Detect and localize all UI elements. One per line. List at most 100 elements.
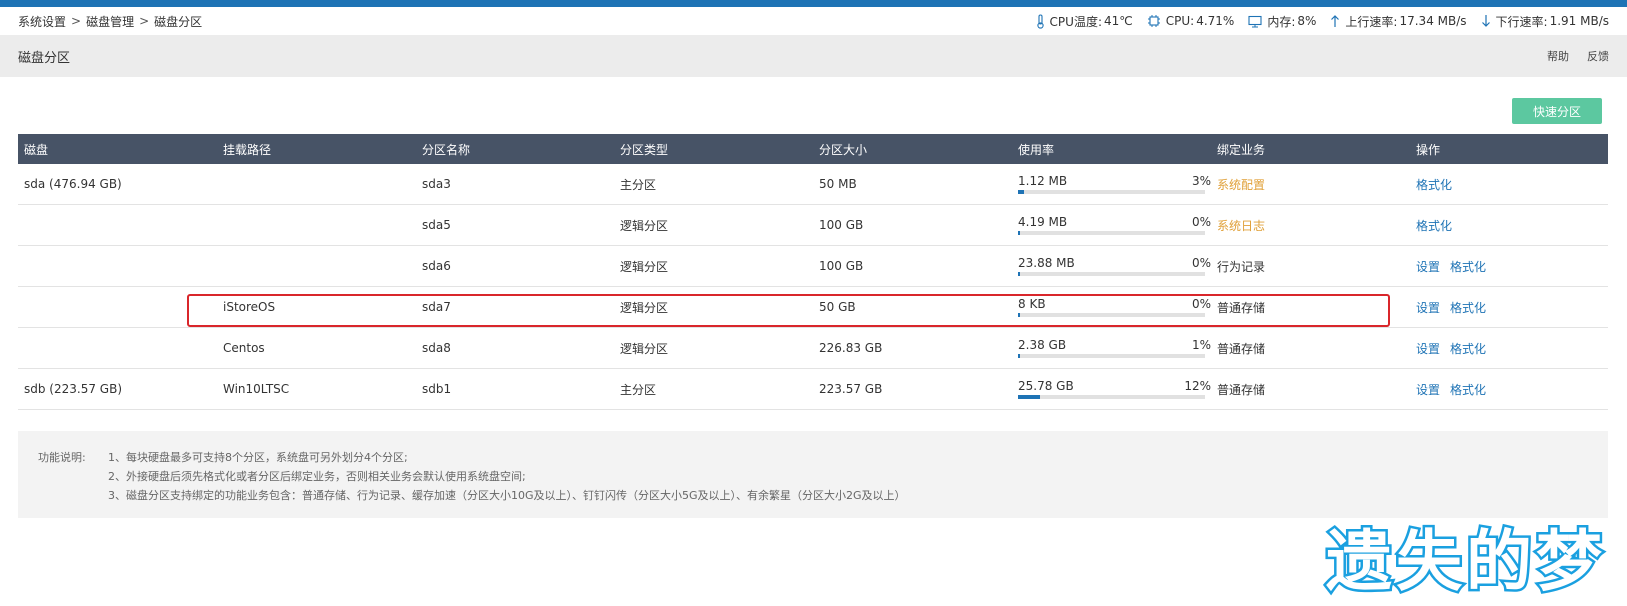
breadcrumb-item-disk-management[interactable]: 磁盘管理 bbox=[86, 13, 134, 30]
cpu-temp-label: CPU温度: bbox=[1049, 14, 1102, 29]
usage-cell: 8 KB 0% bbox=[1012, 297, 1211, 317]
disk-cell: sdb (223.57 GB) bbox=[24, 382, 122, 396]
notes-text: 1、每块硬盘最多可支持8个分区，系统盘可另外划分4个分区; bbox=[108, 451, 408, 464]
thermometer-icon bbox=[1036, 13, 1044, 29]
used-size: 25.78 GB bbox=[1018, 379, 1074, 393]
page-header: 磁盘分区 帮助 反馈 bbox=[0, 35, 1627, 77]
actions-cell: 设置 格式化 bbox=[1410, 258, 1608, 275]
partition-type-cell: 逻辑分区 bbox=[620, 259, 669, 274]
mount-path-cell: Win10LTSC bbox=[223, 382, 290, 396]
table-body: sda (476.94 GB) sda3 主分区 50 MB 1.12 MB 3% 系统配置… bbox=[18, 164, 1608, 410]
settings-action-link[interactable]: 设置 bbox=[1416, 342, 1440, 356]
column-header-usage: 使用率 bbox=[1018, 142, 1055, 157]
format-action-link[interactable]: 格式化 bbox=[1450, 342, 1486, 356]
notes-line: 2、外接硬盘后须先格式化或者分区后绑定业务，否则相关业务会默认使用系统盘空间; bbox=[38, 467, 1588, 486]
format-action-link[interactable]: 格式化 bbox=[1416, 219, 1452, 233]
cpu-temp-stat: CPU温度: 41℃ bbox=[1036, 13, 1133, 30]
cpu-chip-icon bbox=[1147, 15, 1160, 27]
top-accent-bar bbox=[0, 0, 1627, 7]
system-stats: CPU温度: 41℃ CPU: 4.71% 内存: 8% 上行速率: 17.34… bbox=[1022, 13, 1609, 30]
partition-type-cell: 主分区 bbox=[620, 382, 657, 397]
settings-action-link[interactable]: 设置 bbox=[1416, 301, 1440, 315]
table-header: 磁盘 挂载路径 分区名称 分区类型 分区大小 使用率 绑定业务 操作 bbox=[18, 134, 1608, 164]
partition-type-cell: 逻辑分区 bbox=[620, 300, 669, 315]
settings-action-link[interactable]: 设置 bbox=[1416, 383, 1440, 397]
bound-service-cell: 普通存储 bbox=[1217, 382, 1266, 397]
breadcrumb: 系统设置 > 磁盘管理 > 磁盘分区 bbox=[18, 13, 202, 30]
notes-text: 3、磁盘分区支持绑定的功能业务包含：普通存储、行为记录、缓存加速（分区大小10G… bbox=[108, 489, 906, 502]
notes-line: 功能说明: 1、每块硬盘最多可支持8个分区，系统盘可另外划分4个分区; bbox=[38, 448, 1588, 467]
partition-type-cell: 主分区 bbox=[620, 177, 657, 192]
memory-value: 8% bbox=[1297, 14, 1317, 28]
column-header-partition-size: 分区大小 bbox=[819, 142, 868, 157]
settings-action-link[interactable]: 设置 bbox=[1416, 260, 1440, 274]
bound-service-cell: 普通存储 bbox=[1217, 341, 1266, 356]
column-header-mount-path: 挂载路径 bbox=[223, 142, 272, 157]
column-header-actions: 操作 bbox=[1416, 142, 1441, 157]
feedback-link[interactable]: 反馈 bbox=[1587, 48, 1609, 64]
partition-size-cell: 50 MB bbox=[819, 177, 857, 191]
usage-meter: 1.12 MB 3% bbox=[1018, 174, 1211, 194]
quick-partition-button[interactable]: 快速分区 bbox=[1512, 98, 1602, 124]
cpu-label: CPU: bbox=[1165, 14, 1195, 28]
upload-label: 上行速率: bbox=[1345, 14, 1398, 29]
watermark-text: 遗失的梦 bbox=[1326, 523, 1606, 598]
usage-percent: 1% bbox=[1191, 338, 1211, 352]
table-row: sda (476.94 GB) sda3 主分区 50 MB 1.12 MB 3% 系统配置… bbox=[18, 164, 1608, 205]
format-action-link[interactable]: 格式化 bbox=[1416, 178, 1452, 192]
partition-name-cell: sda8 bbox=[422, 341, 451, 355]
partition-name-cell: sda6 bbox=[422, 259, 451, 273]
usage-bar-fill bbox=[1018, 354, 1020, 358]
usage-bar-fill bbox=[1018, 313, 1020, 317]
memory-stat: 内存: 8% bbox=[1248, 13, 1316, 30]
format-action-link[interactable]: 格式化 bbox=[1450, 383, 1486, 397]
column-header-bound-service: 绑定业务 bbox=[1217, 142, 1266, 157]
cpu-stat: CPU: 4.71% bbox=[1147, 14, 1234, 28]
used-size: 8 KB bbox=[1018, 297, 1046, 311]
usage-bar bbox=[1018, 313, 1205, 317]
download-label: 下行速率: bbox=[1495, 14, 1548, 29]
upload-speed-stat: 上行速率: 17.34 MB/s bbox=[1330, 13, 1467, 30]
format-action-link[interactable]: 格式化 bbox=[1450, 260, 1486, 274]
usage-bar-fill bbox=[1018, 272, 1020, 276]
usage-percent: 0% bbox=[1191, 297, 1211, 311]
notes-label: 功能说明: bbox=[38, 451, 86, 464]
download-value: 1.91 MB/s bbox=[1549, 14, 1609, 28]
usage-cell: 4.19 MB 0% bbox=[1012, 215, 1211, 235]
column-header-partition-name: 分区名称 bbox=[422, 142, 471, 157]
arrow-up-icon bbox=[1331, 15, 1340, 27]
usage-meter: 25.78 GB 12% bbox=[1018, 379, 1211, 399]
mount-path-cell: Centos bbox=[223, 341, 265, 355]
partition-name-cell: sda7 bbox=[422, 300, 451, 314]
header-links: 帮助 反馈 bbox=[1529, 48, 1609, 64]
actions-cell: 格式化 bbox=[1410, 176, 1608, 193]
breadcrumb-sep: > bbox=[139, 14, 150, 28]
monitor-icon bbox=[1248, 15, 1262, 27]
bound-service-cell: 系统日志 bbox=[1217, 218, 1266, 233]
bound-service-cell: 普通存储 bbox=[1217, 300, 1266, 315]
usage-cell: 1.12 MB 3% bbox=[1012, 174, 1211, 194]
actions-cell: 设置 格式化 bbox=[1410, 340, 1608, 357]
partition-size-cell: 50 GB bbox=[819, 300, 856, 314]
table-row: sda5 逻辑分区 100 GB 4.19 MB 0% 系统日志 格式化 bbox=[18, 205, 1608, 246]
table-row: sdb (223.57 GB) Win10LTSC sdb1 主分区 223.57 GB… bbox=[18, 369, 1608, 410]
download-speed-stat: 下行速率: 1.91 MB/s bbox=[1481, 13, 1609, 30]
cpu-temp-value: 41℃ bbox=[1104, 14, 1133, 28]
format-action-link[interactable]: 格式化 bbox=[1450, 301, 1486, 315]
usage-cell: 23.88 MB 0% bbox=[1012, 256, 1211, 276]
breadcrumb-item-system-settings[interactable]: 系统设置 bbox=[18, 13, 66, 30]
usage-meter: 8 KB 0% bbox=[1018, 297, 1211, 317]
usage-percent: 12% bbox=[1184, 379, 1211, 393]
usage-meter: 4.19 MB 0% bbox=[1018, 215, 1211, 235]
watermark-logo: 遗失的梦 bbox=[1324, 521, 1606, 599]
bound-service-cell: 行为记录 bbox=[1217, 259, 1266, 274]
usage-cell: 25.78 GB 12% bbox=[1012, 379, 1211, 399]
used-size: 1.12 MB bbox=[1018, 174, 1068, 188]
feature-notes: 功能说明: 1、每块硬盘最多可支持8个分区，系统盘可另外划分4个分区; 2、外接… bbox=[18, 431, 1608, 518]
partition-size-cell: 100 GB bbox=[819, 259, 864, 273]
notes-text: 2、外接硬盘后须先格式化或者分区后绑定业务，否则相关业务会默认使用系统盘空间; bbox=[108, 470, 526, 483]
used-size: 4.19 MB bbox=[1018, 215, 1068, 229]
usage-bar bbox=[1018, 354, 1205, 358]
breadcrumb-item-disk-partition: 磁盘分区 bbox=[154, 14, 203, 29]
help-link[interactable]: 帮助 bbox=[1547, 48, 1569, 64]
